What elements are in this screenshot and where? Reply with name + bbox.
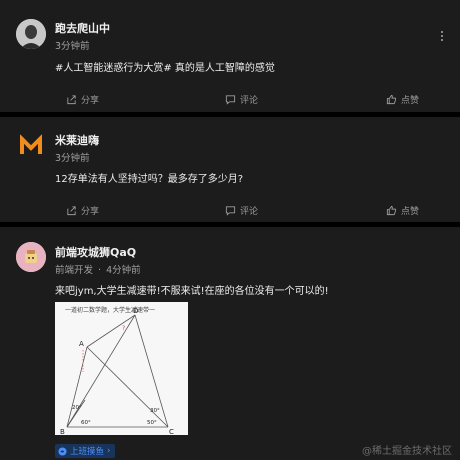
share-icon (67, 205, 76, 215)
share-label: 分享 (81, 95, 100, 106)
post-meta: 前端开发 · 4分钟前 (55, 262, 141, 276)
comment-button[interactable]: 评论 (225, 87, 258, 111)
feed: 跑去爬山中 3分钟前 #人工智能迷惑行为大赏# 真的是人工智障的感觉 分享 评论… (0, 0, 460, 460)
like-button[interactable]: 点赞 (386, 198, 419, 222)
topic-tag[interactable]: 上班摸鱼 › (55, 444, 116, 458)
label-question: ? (122, 325, 125, 332)
angle-b-bottom: 60° (81, 420, 91, 426)
label-c: C (169, 428, 174, 435)
avatar[interactable] (16, 242, 46, 272)
author-role: 前端开发 (55, 265, 94, 276)
angle-b-top: 20° (72, 405, 82, 411)
post-time: 3分钟前 (55, 41, 90, 52)
angle-c-top: 30° (150, 408, 160, 414)
watermark: @稀土掘金技术社区 (362, 446, 452, 457)
label-a: A (79, 340, 84, 348)
chevron-right-icon: › (107, 446, 111, 456)
comment-label: 评论 (240, 95, 259, 106)
topic-tag-label: 上班摸鱼 (70, 447, 105, 457)
post-actions: 分享 评论 点赞 (0, 198, 460, 222)
label-b: B (60, 428, 65, 435)
like-icon (386, 94, 397, 104)
share-button[interactable]: 分享 (66, 87, 99, 111)
like-label: 点赞 (401, 206, 420, 217)
share-label: 分享 (81, 206, 100, 217)
like-button[interactable]: 点赞 (386, 87, 419, 111)
post-time: 4分钟前 (106, 265, 141, 276)
meta-separator: · (98, 265, 102, 276)
author-name[interactable]: 米莱迪嗨 (55, 132, 99, 148)
post-actions: 分享 评论 点赞 (0, 87, 460, 111)
more-icon[interactable] (436, 30, 448, 42)
post-content[interactable]: 12存单法有人坚持过吗？最多存了多少月? (55, 170, 243, 185)
share-icon (67, 94, 76, 104)
author-name[interactable]: 跑去爬山中 (55, 20, 110, 36)
avatar[interactable] (16, 19, 46, 49)
comment-icon (225, 94, 236, 105)
comment-icon (225, 205, 236, 216)
fish-icon (58, 446, 67, 456)
post-image[interactable]: 一道初二数学题，大学生减速带一 A B C D ? 20° 60° 30° 50… (55, 302, 188, 435)
image-caption: 一道初二数学题，大学生减速带一 (65, 306, 155, 314)
post-content[interactable]: #人工智能迷惑行为大赏# 真的是人工智障的感觉 (55, 59, 275, 74)
post-time: 3分钟前 (55, 153, 90, 164)
label-d: D (133, 307, 138, 315)
like-icon (386, 205, 397, 215)
avatar[interactable] (16, 130, 46, 160)
post-content[interactable]: 来吧jym,大学生减速带!不服来试!在座的各位没有一个可以的! (55, 282, 329, 297)
author-name[interactable]: 前端攻城狮QaQ (55, 244, 136, 260)
comment-button[interactable]: 评论 (225, 198, 258, 222)
angle-c-bottom: 50° (147, 420, 157, 426)
like-label: 点赞 (401, 95, 420, 106)
comment-label: 评论 (240, 206, 259, 217)
share-button[interactable]: 分享 (66, 198, 99, 222)
